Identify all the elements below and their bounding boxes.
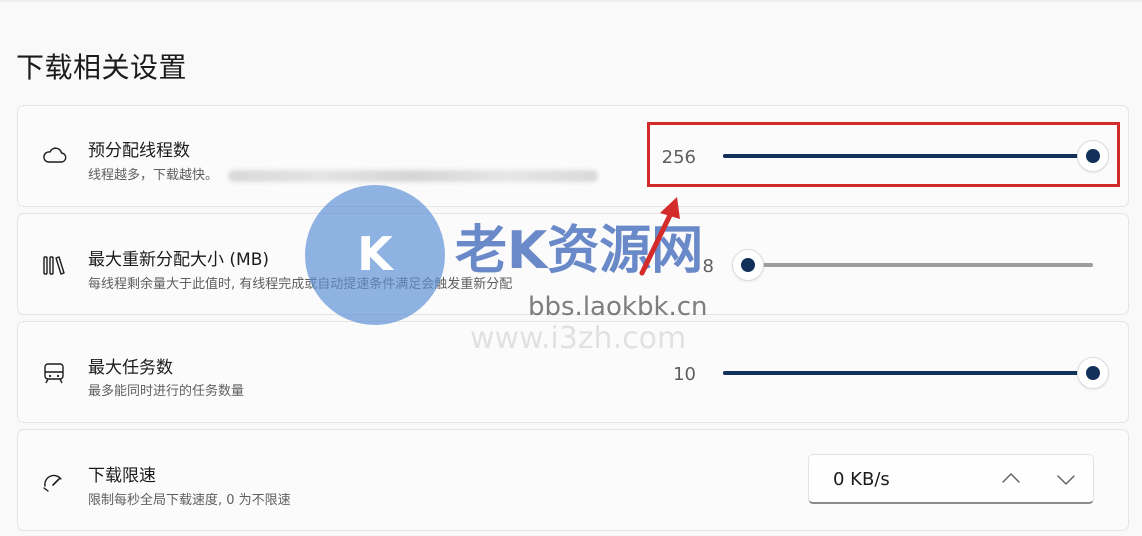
tram-icon [40, 359, 68, 387]
slider-thumb[interactable] [1077, 140, 1109, 172]
setting-title: 最大任务数 [88, 358, 173, 378]
chevron-down-icon[interactable] [1052, 465, 1080, 493]
setting-title: 下载限速 [88, 466, 156, 486]
setting-value: 10 [673, 364, 696, 385]
section-title: 下载相关设置 [16, 51, 188, 84]
setting-description: 线程越多，下载越快。 [88, 164, 599, 183]
threads-slider[interactable] [723, 140, 1109, 172]
speed-limit-value[interactable]: 0 KB/s [833, 469, 890, 490]
setting-card-max-tasks: 最大任务数 最多能同时进行的任务数量 10 [17, 321, 1129, 423]
setting-title: 最大重新分配大小 (MB) [88, 250, 269, 270]
max-tasks-slider[interactable] [723, 357, 1109, 389]
library-icon [40, 252, 68, 280]
speedometer-icon [40, 468, 68, 496]
slider-fill [723, 154, 1093, 158]
setting-card-preallocate-threads: 预分配线程数 线程越多，下载越快。 256 [17, 105, 1129, 207]
reallocation-slider[interactable] [732, 249, 1093, 281]
cloud-icon [40, 142, 68, 170]
setting-title: 预分配线程数 [88, 141, 190, 161]
blurred-text [228, 169, 599, 182]
setting-description: 限制每秒全局下载速度, 0 为不限速 [88, 493, 291, 508]
setting-card-max-reallocation-size: 最大重新分配大小 (MB) 每线程剩余量大于此值时, 有线程完成或自动提速条件满… [17, 213, 1129, 315]
speed-limit-number-box[interactable]: 0 KB/s [808, 454, 1094, 504]
red-arrow-icon [639, 197, 680, 276]
chevron-up-icon[interactable] [997, 465, 1025, 493]
setting-value: 256 [661, 147, 696, 168]
slider-thumb[interactable] [732, 249, 764, 281]
setting-description: 每线程剩余量大于此值时, 有线程完成或自动提速条件满足会触发重新分配 [88, 277, 513, 292]
top-edge-divider [0, 0, 1142, 2]
slider-fill [723, 371, 1093, 375]
slider-thumb[interactable] [1077, 357, 1109, 389]
slider-track [748, 263, 1093, 267]
setting-description: 最多能同时进行的任务数量 [88, 384, 245, 399]
